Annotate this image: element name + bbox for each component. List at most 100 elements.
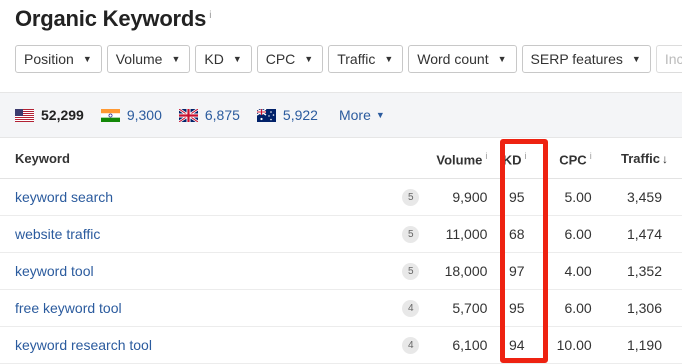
column-header-cpc[interactable]: CPC i [538, 140, 592, 179]
country-us[interactable]: 52,299 [15, 107, 84, 123]
keyword-link[interactable]: free keyword tool [0, 289, 390, 327]
volume-cell: 5,700 [419, 289, 488, 327]
country-bar: 52,299 9,300 6,875 5,922 More ▼ [0, 92, 682, 138]
keyword-link[interactable]: keyword tool [0, 252, 390, 290]
traffic-cell: 1,474 [591, 215, 682, 253]
country-uk-count: 6,875 [204, 107, 240, 123]
filter-position-label: Position [24, 51, 74, 67]
filter-traffic-label: Traffic [337, 51, 376, 67]
column-header-traffic[interactable]: Traffic ↓ [591, 140, 682, 179]
volume-cell: 11,000 [419, 215, 488, 253]
column-kd-label: KD [502, 151, 522, 167]
info-icon[interactable]: i [525, 151, 527, 161]
word-count-badge: 4 [402, 337, 420, 354]
keyword-link[interactable]: website traffic [0, 215, 390, 253]
table-row: free keyword tool 4 5,700 95 6.00 1,306 [0, 289, 682, 327]
filter-include-label: Incl [664, 51, 682, 67]
traffic-cell: 1,306 [591, 289, 682, 327]
volume-cell: 6,100 [419, 326, 488, 364]
column-header-keyword[interactable]: Keyword [0, 140, 390, 179]
info-icon[interactable]: i [485, 151, 487, 161]
traffic-cell: 1,352 [591, 252, 682, 290]
cpc-cell: 10.00 [538, 326, 592, 364]
india-flag-icon [100, 108, 120, 122]
traffic-cell: 3,459 [591, 178, 682, 216]
country-australia[interactable]: 5,922 [256, 107, 318, 123]
kd-cell: 95 [487, 178, 539, 216]
table-row: keyword search 5 9,900 95 5.00 3,459 [0, 178, 682, 216]
caret-down-icon: ▼ [232, 54, 242, 64]
more-countries-button[interactable]: More ▼ [339, 107, 385, 123]
column-traffic-label: Traffic [620, 151, 660, 167]
word-count-cell: 4 [389, 326, 420, 364]
filter-kd[interactable]: KD ▼ [195, 45, 252, 73]
filter-serp-features-label: SERP features [530, 51, 623, 67]
filter-position[interactable]: Position ▼ [15, 45, 102, 73]
cpc-cell: 4.00 [538, 252, 592, 290]
column-cpc-label: CPC [559, 151, 587, 167]
column-volume-label: Volume [436, 151, 483, 167]
table-row: website traffic 5 11,000 68 6.00 1,474 [0, 215, 682, 253]
country-india[interactable]: 9,300 [100, 107, 162, 123]
volume-cell: 18,000 [419, 252, 488, 290]
word-count-cell: 5 [389, 178, 420, 216]
table-row: keyword tool 5 18,000 97 4.00 1,352 [0, 252, 682, 290]
sort-down-icon[interactable]: ↓ [662, 152, 668, 166]
cpc-cell: 5.00 [538, 178, 592, 216]
us-flag-icon [15, 108, 34, 122]
caret-down-icon: ▼ [497, 54, 507, 64]
filter-traffic[interactable]: Traffic ▼ [328, 45, 404, 73]
caret-down-icon: ▼ [171, 54, 181, 64]
traffic-cell: 1,190 [591, 326, 682, 364]
kd-cell: 95 [487, 289, 539, 327]
country-india-count: 9,300 [126, 107, 162, 123]
country-us-count: 52,299 [41, 107, 84, 123]
word-count-cell: 4 [389, 289, 420, 327]
word-count-badge: 5 [402, 226, 420, 243]
word-count-cell: 5 [389, 215, 420, 253]
filter-include[interactable]: Incl [655, 45, 682, 73]
kd-cell: 68 [487, 215, 539, 253]
filter-kd-label: KD [204, 51, 224, 67]
volume-cell: 9,900 [419, 178, 488, 216]
country-uk[interactable]: 6,875 [178, 107, 240, 123]
filter-word-count[interactable]: Word count ▼ [408, 45, 517, 73]
page-title-text: Organic Keywords [15, 6, 207, 31]
info-icon[interactable]: i [590, 151, 592, 161]
caret-down-icon: ▼ [384, 54, 394, 64]
word-count-badge: 5 [402, 263, 420, 280]
table-row: keyword research tool 4 6,100 94 10.00 1… [0, 326, 682, 364]
filter-word-count-label: Word count [417, 51, 489, 67]
word-count-cell: 5 [389, 252, 420, 290]
filter-cpc-label: CPC [265, 51, 296, 67]
word-count-badge: 5 [402, 189, 420, 206]
uk-flag-icon [178, 108, 198, 122]
keyword-link[interactable]: keyword research tool [0, 326, 390, 364]
info-icon[interactable]: i [209, 10, 211, 21]
filter-serp-features[interactable]: SERP features ▼ [521, 45, 651, 73]
more-label: More [338, 107, 371, 123]
caret-down-icon: ▼ [375, 110, 385, 120]
filter-cpc[interactable]: CPC ▼ [256, 45, 324, 73]
column-header-kd[interactable]: KD i [487, 140, 539, 179]
page-title: Organic Keywords i [15, 6, 211, 32]
filter-bar: Position ▼ Volume ▼ KD ▼ CPC ▼ Traffic ▼ Word coun… [15, 45, 682, 73]
column-keyword-label: Keyword [15, 151, 70, 167]
table-header-row: Keyword Volume i KD i CPC i Traffic ↓ [0, 140, 682, 179]
country-australia-count: 5,922 [282, 107, 318, 123]
caret-down-icon: ▼ [304, 54, 314, 64]
australia-flag-icon [256, 108, 276, 122]
keyword-link[interactable]: keyword search [0, 178, 390, 216]
word-count-badge: 4 [402, 300, 420, 317]
filter-volume-label: Volume [115, 51, 163, 67]
filter-volume[interactable]: Volume ▼ [106, 45, 191, 73]
caret-down-icon: ▼ [631, 54, 641, 64]
kd-cell: 97 [487, 252, 539, 290]
kd-cell: 94 [487, 326, 539, 364]
column-header-word-count [389, 140, 420, 179]
column-header-volume[interactable]: Volume i [419, 140, 488, 179]
caret-down-icon: ▼ [82, 54, 92, 64]
keywords-table: Keyword Volume i KD i CPC i Traffic ↓ keywor… [0, 140, 682, 364]
cpc-cell: 6.00 [538, 289, 592, 327]
cpc-cell: 6.00 [538, 215, 592, 253]
